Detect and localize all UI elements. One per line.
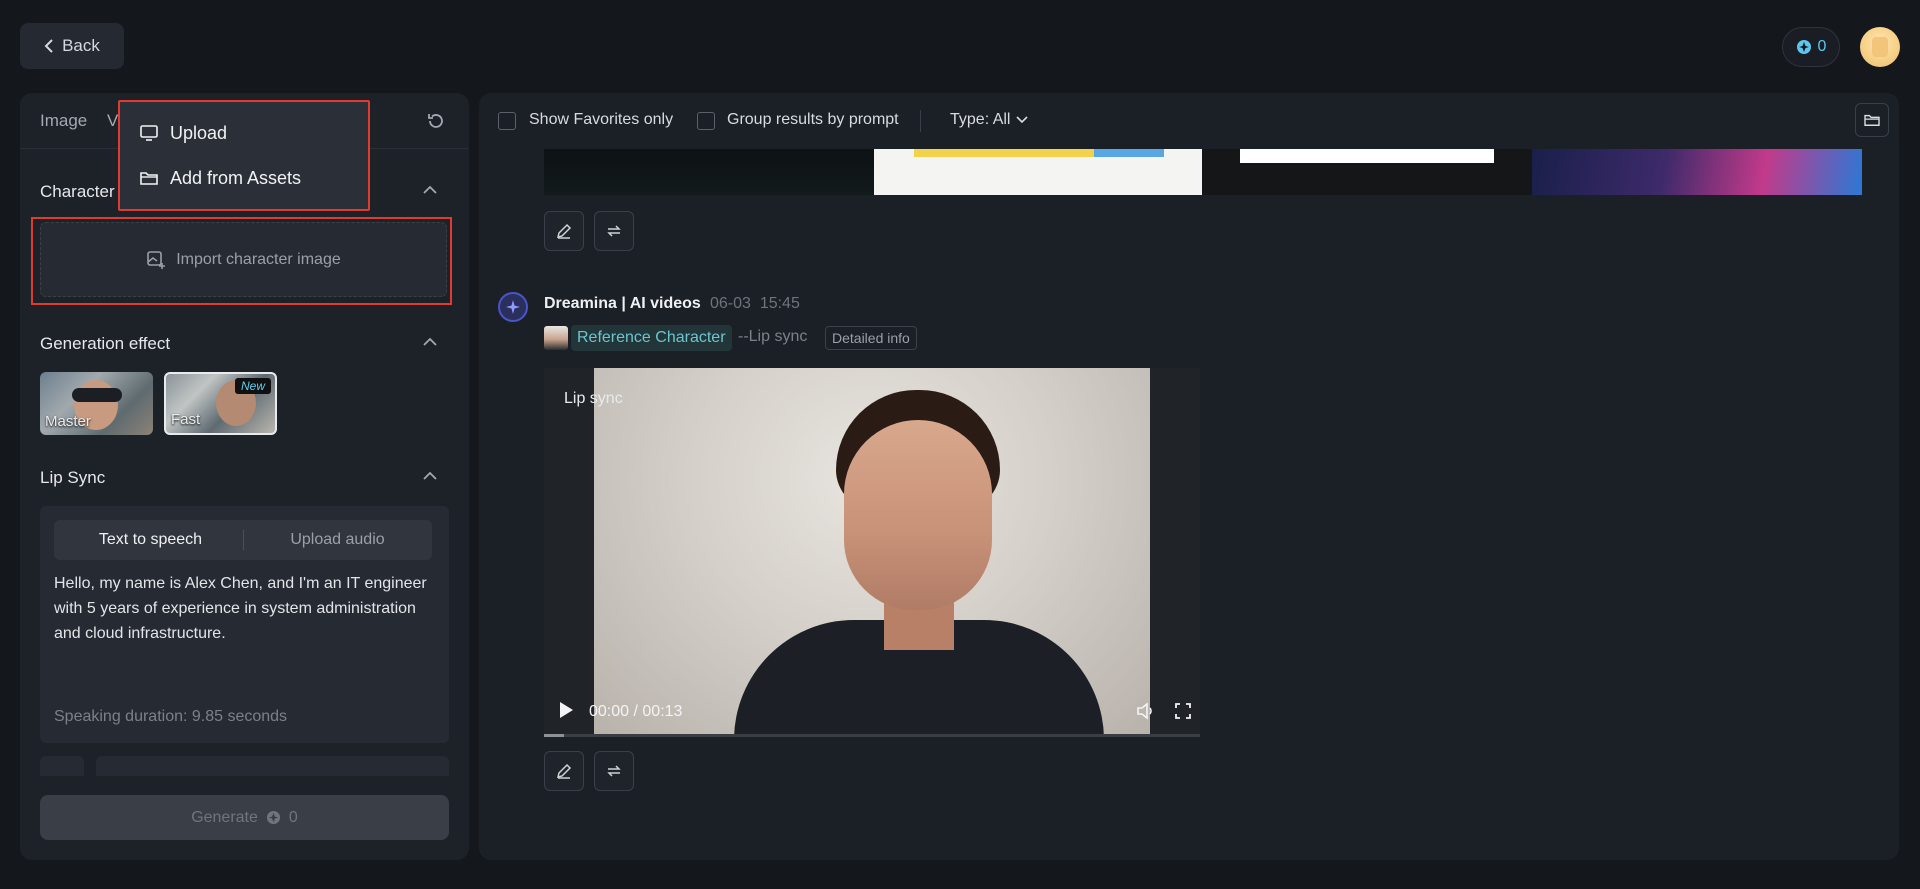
- video-progress-fill: [544, 734, 564, 737]
- menu-item-upload[interactable]: Upload: [140, 118, 227, 148]
- reference-thumbnail: [544, 326, 568, 350]
- divider: [243, 530, 244, 550]
- chevron-up-icon[interactable]: [423, 471, 437, 481]
- video-label: Lip sync: [564, 390, 623, 407]
- voice-preview-button[interactable]: [40, 756, 84, 776]
- dreamina-logo-icon: [498, 292, 528, 322]
- menu-item-add-from-assets[interactable]: Add from Assets: [140, 163, 301, 193]
- monitor-icon: [140, 125, 158, 141]
- result-date: 06-03: [710, 295, 751, 312]
- result-thumbnail[interactable]: [1532, 149, 1862, 195]
- new-badge: New: [234, 378, 271, 394]
- result-timestamp: 06-03 15:45: [710, 295, 800, 313]
- character-source-menu: Upload Add from Assets: [118, 100, 370, 211]
- tab-video[interactable]: V: [107, 111, 118, 131]
- group-label[interactable]: Group results by prompt: [727, 111, 899, 129]
- result-thumbnail[interactable]: [874, 149, 1202, 195]
- favorites-label[interactable]: Show Favorites only: [529, 111, 673, 129]
- refresh-icon[interactable]: [426, 111, 446, 131]
- video-frame: [594, 368, 1150, 737]
- pencil-icon: [555, 762, 573, 780]
- favorites-checkbox[interactable]: [498, 112, 516, 130]
- import-character-button[interactable]: Import character image: [40, 222, 447, 297]
- effect-label: Master: [45, 413, 91, 430]
- video-progress-bar[interactable]: [544, 734, 1200, 737]
- character-section-title: Character: [40, 182, 115, 201]
- credits-badge[interactable]: 0: [1782, 27, 1840, 67]
- total-duration: 00:13: [642, 703, 683, 720]
- edit-button[interactable]: [544, 751, 584, 791]
- credit-coin-icon: [1796, 39, 1812, 55]
- tab-image[interactable]: Image: [40, 111, 87, 131]
- tab-text-to-speech[interactable]: Text to speech: [57, 523, 244, 557]
- play-icon[interactable]: [558, 701, 574, 719]
- result-thumbnail[interactable]: [544, 149, 874, 195]
- results-panel: Show Favorites only Group results by pro…: [479, 93, 1899, 860]
- type-filter-label: Type: All: [950, 111, 1011, 128]
- generate-button[interactable]: Generate 0: [40, 795, 449, 840]
- menu-item-label: Upload: [170, 122, 228, 143]
- credits-count: 0: [1817, 38, 1827, 55]
- generate-cost: 0: [288, 808, 298, 826]
- lip-sync-box: Text to speech Upload audio Hello, my na…: [40, 506, 449, 743]
- menu-item-label: Add from Assets: [170, 167, 302, 188]
- fullscreen-icon[interactable]: [1174, 702, 1192, 720]
- reference-character-chip[interactable]: Reference Character: [571, 325, 732, 351]
- pencil-icon: [555, 222, 573, 240]
- effect-option-master[interactable]: Master: [40, 372, 153, 435]
- lip-sync-title: Lip Sync: [40, 468, 106, 487]
- video-player[interactable]: Lip sync 00:00 / 00:13: [544, 368, 1200, 737]
- effect-label: Fast: [171, 411, 201, 428]
- video-timecode: 00:00 / 00:13: [589, 703, 682, 721]
- chevron-up-icon[interactable]: [423, 185, 437, 195]
- folder-icon: [1864, 113, 1880, 127]
- result-time: 15:45: [759, 295, 800, 312]
- type-filter-dropdown[interactable]: Type: All: [950, 111, 1029, 129]
- group-checkbox[interactable]: [697, 112, 715, 130]
- chevron-left-icon: [44, 39, 54, 53]
- regenerate-button[interactable]: [594, 751, 634, 791]
- import-label: Import character image: [176, 250, 341, 268]
- current-time: 00:00: [589, 703, 630, 720]
- divider: [920, 110, 921, 132]
- time-separator: /: [633, 703, 638, 720]
- back-button[interactable]: Back: [20, 23, 124, 69]
- generation-effect-title: Generation effect: [40, 334, 171, 353]
- detailed-info-button[interactable]: Detailed info: [825, 326, 917, 350]
- effect-option-fast[interactable]: New Fast: [164, 372, 277, 435]
- chevron-down-icon: [1016, 116, 1029, 124]
- bot-name: Dreamina | AI videos: [544, 295, 701, 312]
- mode-tag: --Lip sync: [738, 328, 808, 345]
- filter-bar: Show Favorites only Group results by pro…: [479, 93, 1899, 149]
- chevron-up-icon[interactable]: [423, 337, 437, 347]
- tab-upload-audio[interactable]: Upload audio: [246, 523, 429, 557]
- audio-source-toggle: Text to speech Upload audio: [54, 520, 432, 560]
- credit-coin-icon: [266, 810, 281, 825]
- voice-selector[interactable]: [96, 756, 449, 776]
- repeat-icon: [605, 222, 623, 240]
- result-thumbnail[interactable]: [1202, 149, 1532, 195]
- folder-icon: [140, 170, 158, 186]
- generate-label: Generate: [191, 808, 258, 826]
- repeat-icon: [605, 762, 623, 780]
- image-add-icon: [146, 250, 166, 270]
- speech-text-input[interactable]: Hello, my name is Alex Chen, and I'm an …: [54, 571, 434, 646]
- avatar[interactable]: [1860, 27, 1900, 67]
- regenerate-button[interactable]: [594, 211, 634, 251]
- edit-button[interactable]: [544, 211, 584, 251]
- assets-folder-button[interactable]: [1855, 103, 1889, 137]
- back-label: Back: [62, 36, 100, 55]
- speaking-duration: Speaking duration: 9.85 seconds: [54, 708, 288, 725]
- video-controls: 00:00 / 00:13: [544, 687, 1200, 737]
- volume-icon[interactable]: [1136, 702, 1156, 720]
